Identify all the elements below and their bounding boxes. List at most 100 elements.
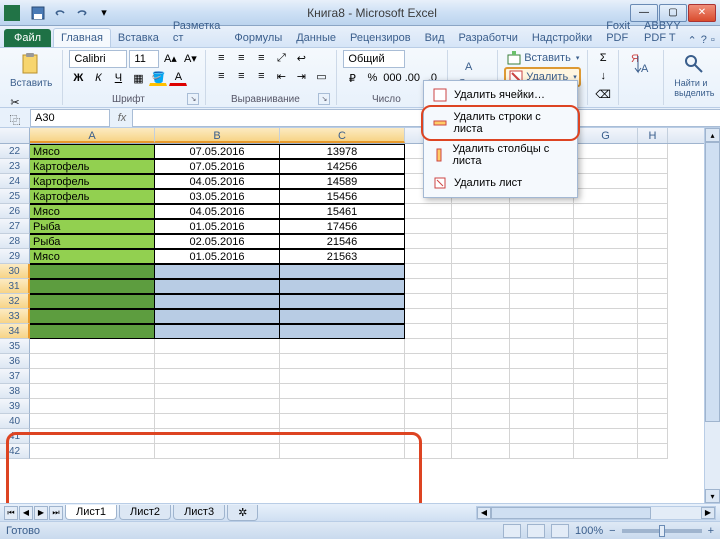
cell[interactable]: Картофель: [30, 189, 155, 204]
horizontal-scrollbar[interactable]: ◀ ▶: [476, 506, 716, 520]
col-header-C[interactable]: C: [280, 128, 405, 143]
cell[interactable]: [452, 444, 510, 459]
cell[interactable]: [280, 369, 405, 384]
align-bottom-icon[interactable]: ≡: [252, 50, 270, 66]
cell[interactable]: [452, 294, 510, 309]
tab-insert[interactable]: Вставка: [111, 29, 166, 47]
cell[interactable]: [574, 429, 638, 444]
cell[interactable]: [452, 414, 510, 429]
row-header-23[interactable]: 23: [0, 159, 30, 174]
cell[interactable]: 17456: [280, 219, 405, 234]
cell[interactable]: 03.05.2016: [155, 189, 280, 204]
tab-data[interactable]: Данные: [289, 29, 343, 47]
clear-icon[interactable]: ⌫: [594, 86, 612, 102]
cell[interactable]: [574, 324, 638, 339]
inc-decimal-icon[interactable]: .00: [403, 70, 421, 86]
cell[interactable]: [155, 354, 280, 369]
row-header-41[interactable]: 41: [0, 429, 30, 444]
row-header-37[interactable]: 37: [0, 369, 30, 384]
cell[interactable]: [452, 309, 510, 324]
cell[interactable]: [638, 144, 668, 159]
cell[interactable]: [280, 294, 405, 309]
fill-icon[interactable]: ↓: [594, 68, 612, 84]
menu-delete-sheet[interactable]: Удалить лист: [426, 171, 575, 195]
cell[interactable]: [280, 384, 405, 399]
cell[interactable]: [452, 234, 510, 249]
close-button[interactable]: ✕: [688, 4, 716, 22]
vertical-scrollbar[interactable]: ▴ ▾: [704, 128, 720, 503]
cell[interactable]: [405, 369, 452, 384]
sort-filter-button[interactable]: ЯА: [625, 50, 657, 78]
cell[interactable]: Картофель: [30, 159, 155, 174]
col-header-A[interactable]: A: [30, 128, 155, 143]
cell[interactable]: 15461: [280, 204, 405, 219]
bold-icon[interactable]: Ж: [69, 70, 87, 86]
menu-delete-rows[interactable]: Удалить строки с листа: [426, 107, 575, 139]
font-launcher[interactable]: ↘: [187, 93, 199, 105]
cell[interactable]: [638, 384, 668, 399]
hscroll-thumb[interactable]: [491, 507, 651, 519]
comma-icon[interactable]: 000: [383, 70, 401, 86]
indent-dec-icon[interactable]: ⇤: [272, 68, 290, 84]
merge-icon[interactable]: ▭: [312, 68, 330, 84]
row-header-33[interactable]: 33: [0, 309, 30, 324]
col-header-G[interactable]: G: [574, 128, 638, 143]
sheet-tab-new[interactable]: ✲: [227, 505, 258, 521]
font-name-combo[interactable]: [69, 50, 127, 68]
row-header-27[interactable]: 27: [0, 219, 30, 234]
cell[interactable]: 07.05.2016: [155, 144, 280, 159]
cell[interactable]: [155, 369, 280, 384]
cell[interactable]: [280, 309, 405, 324]
cell[interactable]: [574, 414, 638, 429]
cell[interactable]: [510, 219, 574, 234]
cell[interactable]: [405, 414, 452, 429]
row-header-42[interactable]: 42: [0, 444, 30, 459]
cell[interactable]: [30, 294, 155, 309]
cell[interactable]: [510, 234, 574, 249]
cell[interactable]: [638, 174, 668, 189]
cell[interactable]: [574, 444, 638, 459]
cell[interactable]: [574, 354, 638, 369]
cell[interactable]: [30, 399, 155, 414]
cell[interactable]: [155, 444, 280, 459]
cell[interactable]: [574, 264, 638, 279]
view-layout-icon[interactable]: [527, 524, 545, 538]
file-tab[interactable]: Файл: [4, 29, 51, 47]
cell[interactable]: [638, 339, 668, 354]
cell[interactable]: [574, 369, 638, 384]
cell[interactable]: [638, 159, 668, 174]
save-icon[interactable]: [28, 4, 48, 22]
autosum-icon[interactable]: Σ: [594, 50, 612, 66]
scroll-up-icon[interactable]: ▴: [705, 128, 720, 142]
sheet-nav-prev-icon[interactable]: ◀: [19, 506, 33, 520]
cell[interactable]: 13978: [280, 144, 405, 159]
select-all-corner[interactable]: [0, 128, 30, 143]
cell[interactable]: [405, 399, 452, 414]
cell[interactable]: [405, 234, 452, 249]
ribbon-minimize-icon[interactable]: ⌃: [688, 34, 697, 47]
shrink-font-icon[interactable]: A▾: [181, 50, 199, 66]
cell[interactable]: [280, 399, 405, 414]
cell[interactable]: [280, 429, 405, 444]
cell[interactable]: [30, 444, 155, 459]
row-header-38[interactable]: 38: [0, 384, 30, 399]
cell[interactable]: [510, 264, 574, 279]
align-center-icon[interactable]: ≡: [232, 68, 250, 84]
cell[interactable]: Мясо: [30, 144, 155, 159]
cell[interactable]: [280, 444, 405, 459]
cell[interactable]: [574, 384, 638, 399]
underline-icon[interactable]: Ч: [109, 70, 127, 86]
view-break-icon[interactable]: [551, 524, 569, 538]
cell[interactable]: [155, 324, 280, 339]
fill-color-icon[interactable]: 🪣: [149, 70, 167, 86]
alignment-launcher[interactable]: ↘: [318, 93, 330, 105]
cell[interactable]: [452, 219, 510, 234]
cell[interactable]: [510, 339, 574, 354]
cell[interactable]: [452, 204, 510, 219]
sheet-nav-first-icon[interactable]: ⏮: [4, 506, 18, 520]
spreadsheet-grid[interactable]: A B C D E F G H 22Мясо07.05.20161397823К…: [0, 128, 720, 503]
cell[interactable]: [638, 264, 668, 279]
cell[interactable]: [452, 279, 510, 294]
cell[interactable]: [405, 249, 452, 264]
cell[interactable]: [155, 279, 280, 294]
